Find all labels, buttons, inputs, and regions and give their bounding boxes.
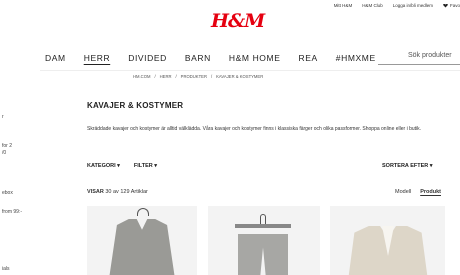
nav-item-barn[interactable]: BARN bbox=[185, 53, 211, 63]
grey-trousers-image[interactable] bbox=[238, 234, 288, 275]
hanger-bar bbox=[235, 224, 291, 228]
page-title: KAVAJER & KOSTYMER bbox=[87, 101, 184, 110]
product-card[interactable] bbox=[208, 206, 320, 275]
my-hm-link[interactable]: Mitt H&M bbox=[334, 3, 353, 8]
sidebar-item[interactable]: r bbox=[2, 114, 4, 121]
nav-item-herr[interactable]: HERR bbox=[84, 53, 111, 63]
breadcrumb-separator: / bbox=[210, 74, 213, 79]
breadcrumb-home[interactable]: HM.COM bbox=[133, 74, 150, 79]
view-model-toggle[interactable]: Modell bbox=[395, 189, 411, 195]
breadcrumb-current: KAVAJER & KOSTYMER bbox=[216, 74, 264, 79]
product-card[interactable] bbox=[330, 206, 445, 275]
utility-bar: Mitt H&M H&M Club Logga in/bli medlem Fa… bbox=[334, 3, 460, 8]
result-count-value: 30 av 129 Artiklar bbox=[105, 189, 148, 195]
heart-icon bbox=[442, 3, 448, 8]
breadcrumb-herr[interactable]: HERR bbox=[160, 74, 172, 79]
filter-dropdown[interactable]: FILTER ▾ bbox=[134, 163, 157, 169]
product-card[interactable] bbox=[87, 206, 197, 275]
grey-jacket-image[interactable] bbox=[109, 219, 175, 275]
view-toggle: Modell Produkt bbox=[395, 189, 441, 195]
login-link[interactable]: Logga in/bli medlem bbox=[393, 3, 433, 8]
hanger-icon bbox=[260, 214, 266, 224]
sidebar-item[interactable]: for 2 bbox=[2, 143, 12, 150]
breadcrumb-separator: / bbox=[175, 74, 177, 79]
sidebar-item[interactable]: ebox bbox=[2, 190, 13, 197]
main-nav: DAM HERR DIVIDED BARN H&M HOME REA #HMXM… bbox=[45, 53, 376, 63]
left-sidebar: r for 2 /0 ebox from 99:- ials bbox=[0, 0, 60, 275]
hm-logo[interactable]: H&M bbox=[211, 10, 265, 32]
breadcrumb: HM.COM / HERR / PRODUKTER / KAVAJER & KO… bbox=[133, 74, 263, 79]
search-input[interactable]: Sök produkter bbox=[378, 48, 460, 65]
category-dropdown[interactable]: KATEGORI ▾ bbox=[87, 163, 120, 169]
nav-item-hm-home[interactable]: H&M HOME bbox=[229, 53, 281, 63]
hm-club-link[interactable]: H&M Club bbox=[362, 3, 383, 8]
sidebar-item[interactable]: /0 bbox=[2, 150, 6, 157]
result-count: VISAR 30 av 129 Artiklar bbox=[87, 189, 148, 195]
sidebar-item[interactable]: ials bbox=[2, 266, 10, 273]
nav-item-hmxme[interactable]: #HMXME bbox=[336, 53, 376, 63]
filter-bar: KATEGORI ▾ FILTER ▾ bbox=[87, 163, 157, 169]
favorites-label: Favo bbox=[449, 3, 460, 8]
nav-item-divided[interactable]: DIVIDED bbox=[128, 53, 167, 63]
breadcrumb-separator: / bbox=[154, 74, 156, 79]
sort-dropdown[interactable]: SORTERA EFTER ▾ bbox=[382, 163, 433, 169]
breadcrumb-produkter[interactable]: PRODUKTER bbox=[181, 74, 207, 79]
result-count-label: VISAR bbox=[87, 189, 104, 195]
sidebar-item[interactable]: from 99:- bbox=[2, 209, 22, 216]
nav-item-rea[interactable]: REA bbox=[298, 53, 317, 63]
favorites-link[interactable]: Favo bbox=[442, 3, 460, 8]
view-product-toggle[interactable]: Produkt bbox=[420, 189, 441, 195]
hanger-icon bbox=[137, 208, 149, 216]
category-description: Skräddade kavajer och kostymer är alltid… bbox=[87, 126, 422, 132]
nav-divider bbox=[40, 70, 460, 71]
